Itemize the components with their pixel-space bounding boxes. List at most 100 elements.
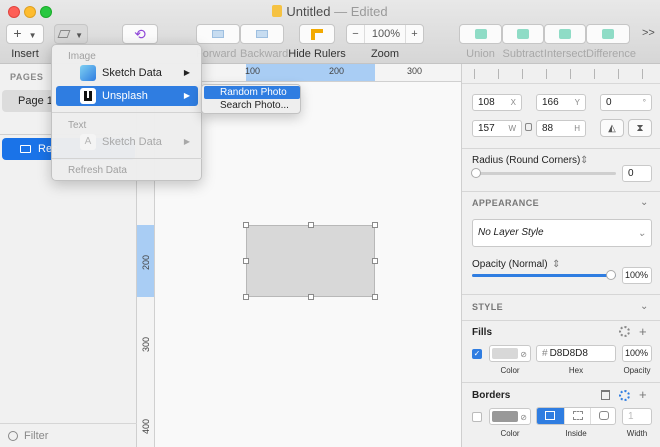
inspector-divider xyxy=(462,320,660,321)
add-fill-icon[interactable]: + xyxy=(639,324,647,339)
opacity-slider-knob[interactable] xyxy=(606,270,616,280)
resize-handle[interactable] xyxy=(372,222,378,228)
menu-item-random-photo[interactable]: Random Photo xyxy=(204,86,300,99)
menu-item-unsplash[interactable]: Unsplash ▶ xyxy=(56,86,198,106)
hide-rulers-button[interactable] xyxy=(299,24,335,44)
submenu-arrow-icon: ▶ xyxy=(183,91,190,100)
lock-icon[interactable] xyxy=(525,123,532,131)
height-value: 88 xyxy=(542,123,554,134)
intersect-button[interactable] xyxy=(544,24,586,44)
chevron-down-icon[interactable]: ⌄ xyxy=(640,197,648,208)
menu-item-sketch-data[interactable]: Sketch Data ▶ xyxy=(56,63,198,83)
width-field[interactable]: 157 W xyxy=(472,120,522,137)
resize-handle[interactable] xyxy=(308,222,314,228)
x-field[interactable]: 108 X xyxy=(472,94,522,111)
align-bottom-icon[interactable] xyxy=(618,69,627,79)
menu-item-text-sketch-data: A Sketch Data ▶ xyxy=(56,132,198,152)
data-button[interactable]: ▼ xyxy=(54,24,88,44)
resize-handle[interactable] xyxy=(308,294,314,300)
flip-horizontal-button[interactable]: ◭ xyxy=(600,119,624,137)
refresh-icon: ⟲ xyxy=(134,26,146,42)
fill-hex-field[interactable]: # D8D8D8 xyxy=(536,345,616,362)
resize-handle[interactable] xyxy=(243,222,249,228)
fill-opacity-field[interactable]: 100% xyxy=(622,345,652,362)
insert-button[interactable]: + ▼ xyxy=(6,24,44,44)
forward-icon xyxy=(212,30,224,38)
y-field[interactable]: 166 Y xyxy=(536,94,586,111)
radius-field[interactable]: 0 xyxy=(622,165,652,182)
layer-style-select[interactable]: No Layer Style ⌄ xyxy=(472,219,652,247)
insert-label: Insert xyxy=(11,48,39,60)
radius-slider[interactable] xyxy=(476,172,616,175)
radius-slider-knob[interactable] xyxy=(471,168,481,178)
menu-item-search-photo[interactable]: Search Photo... xyxy=(204,99,300,112)
difference-button[interactable] xyxy=(586,24,630,44)
align-right-icon[interactable] xyxy=(522,69,531,79)
align-middle-icon[interactable] xyxy=(594,69,603,79)
menu-separator xyxy=(52,158,202,159)
border-inside-button[interactable] xyxy=(537,408,564,424)
border-outside-button[interactable] xyxy=(590,408,615,424)
backward-label: Backward xyxy=(240,48,289,60)
opacity-slider[interactable] xyxy=(472,274,616,277)
inspector-panel: 108 X 166 Y 0 ° 157 W 88 H ◭ ⧗ Radius (Round … xyxy=(461,64,660,447)
opacity-field[interactable]: 100% xyxy=(622,267,652,284)
border-center-button[interactable] xyxy=(564,408,590,424)
ruler-tick-label: 400 xyxy=(141,418,151,434)
zoom-out-button[interactable]: − xyxy=(347,25,365,43)
add-border-icon[interactable]: + xyxy=(639,387,647,402)
subtract-label: Subtract xyxy=(502,48,544,60)
union-button[interactable] xyxy=(459,24,502,44)
height-field[interactable]: 88 H xyxy=(536,120,586,137)
zoom-in-button[interactable]: + xyxy=(405,25,423,43)
document-name: Untitled xyxy=(286,4,331,19)
settings-gear-icon[interactable] xyxy=(619,326,630,337)
rectangle-shape[interactable] xyxy=(246,225,375,297)
border-color-well[interactable]: ⊘ xyxy=(489,408,531,425)
resize-handle[interactable] xyxy=(372,258,378,264)
inspector-divider xyxy=(462,148,660,149)
zoom-value: 100% xyxy=(371,28,401,40)
distribute-vertical-icon[interactable] xyxy=(642,69,651,79)
backward-button[interactable] xyxy=(240,24,284,44)
resize-handle[interactable] xyxy=(243,294,249,300)
difference-icon xyxy=(602,29,614,39)
border-inside-icon xyxy=(545,411,555,420)
distribute-horizontal-icon[interactable] xyxy=(546,69,555,79)
chevron-down-icon[interactable]: ⌄ xyxy=(640,301,648,312)
align-left-icon[interactable] xyxy=(474,69,483,79)
flip-vertical-button[interactable]: ⧗ xyxy=(628,119,652,137)
rotation-field[interactable]: 0 ° xyxy=(600,94,652,111)
filter-field[interactable]: Filter xyxy=(0,423,137,447)
forward-button[interactable] xyxy=(196,24,240,44)
align-top-icon[interactable] xyxy=(570,69,579,79)
settings-gear-icon[interactable] xyxy=(619,390,630,401)
border-width-caption: Width xyxy=(626,429,648,438)
stepper-icon[interactable]: ⇕ xyxy=(552,259,560,270)
fill-color-well[interactable]: ⊘ xyxy=(489,345,531,362)
height-suffix: H xyxy=(574,124,580,133)
opacity-label: Opacity (Normal) xyxy=(472,259,548,270)
ruler-tick-label: 300 xyxy=(407,66,423,76)
border-color-caption: Color xyxy=(500,429,520,438)
subtract-button[interactable] xyxy=(502,24,544,44)
border-width-field[interactable]: 1 xyxy=(622,408,652,425)
align-center-icon[interactable] xyxy=(498,69,507,79)
toolbar-overflow-button[interactable]: >> xyxy=(642,27,655,39)
trash-icon[interactable] xyxy=(601,390,610,400)
resize-handle[interactable] xyxy=(243,258,249,264)
refresh-data-button[interactable]: ⟲ xyxy=(122,24,158,44)
ruler-tick-label: 200 xyxy=(141,254,151,270)
zoom-label: Zoom xyxy=(370,48,400,60)
layer-style-value: No Layer Style xyxy=(478,227,544,238)
flip-vertical-icon: ⧗ xyxy=(636,123,644,134)
plus-icon: + xyxy=(13,25,22,41)
resize-handle[interactable] xyxy=(372,294,378,300)
fill-enabled-checkbox[interactable]: ✓ xyxy=(472,349,482,359)
border-color-swatch xyxy=(492,411,518,422)
stepper-icon[interactable]: ⇕ xyxy=(580,155,588,166)
backward-icon xyxy=(256,30,268,38)
inspector-divider xyxy=(462,191,660,192)
border-enabled-checkbox[interactable] xyxy=(472,412,482,422)
intersect-label: Intersect xyxy=(543,48,587,60)
